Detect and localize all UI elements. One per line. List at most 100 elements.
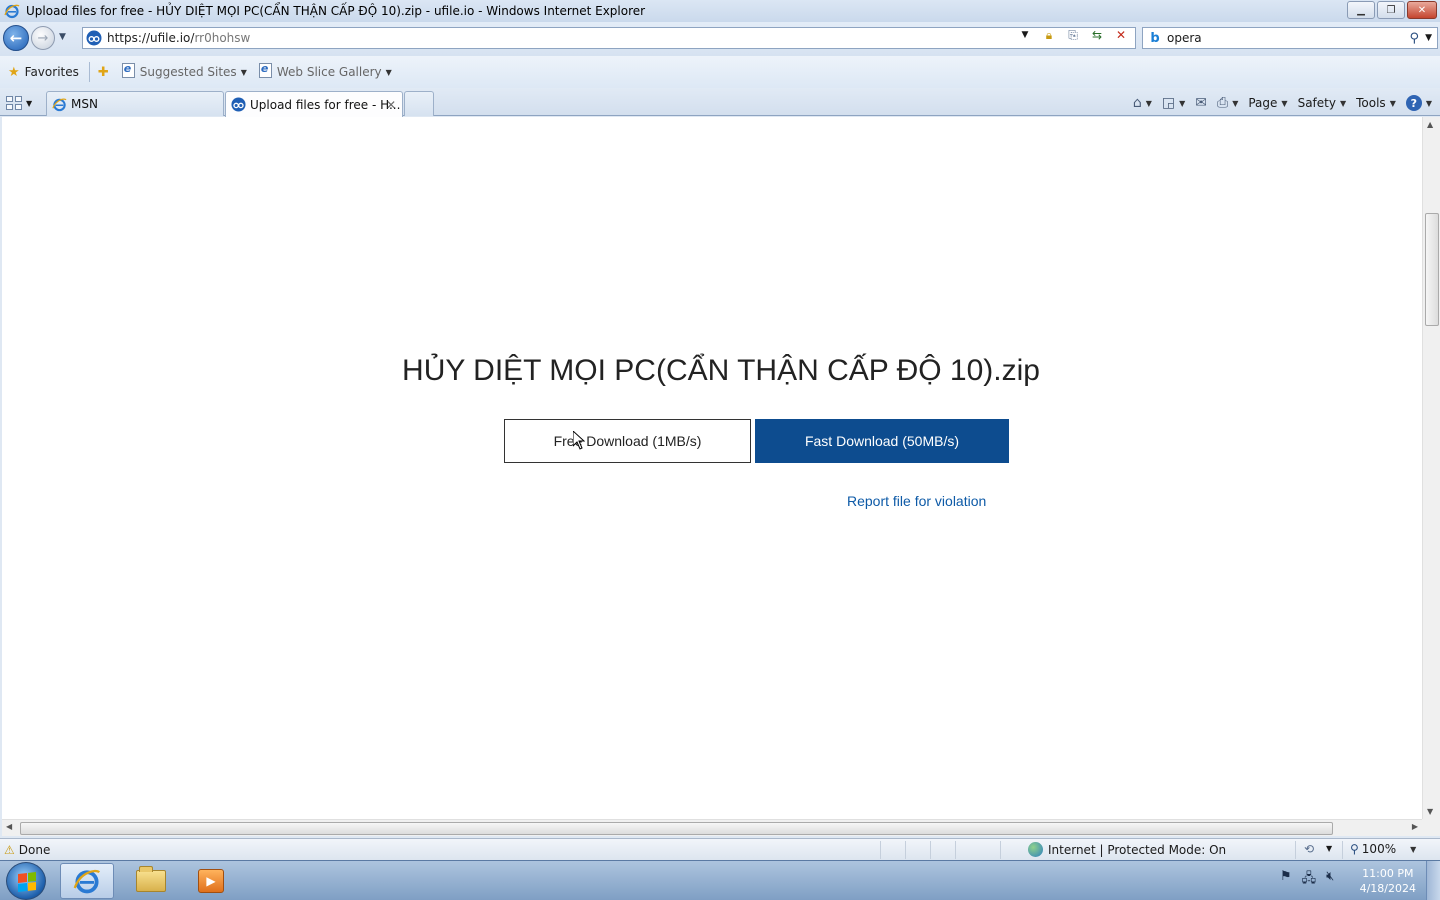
security-lock-icon[interactable]: 🔒︎	[1039, 25, 1059, 45]
security-zone[interactable]: Internet | Protected Mode: On	[1028, 842, 1226, 857]
scroll-up-arrow-icon[interactable]: ▲	[1427, 120, 1433, 129]
status-divider	[905, 841, 906, 859]
chevron-down-icon: ▼	[1425, 98, 1432, 108]
print-button[interactable]: ⎙ ▼	[1217, 95, 1238, 111]
action-center-flag-icon[interactable]: ⚑	[1280, 869, 1292, 891]
search-box[interactable]: b opera ⚲ ▼	[1142, 27, 1438, 49]
vertical-scrollbar[interactable]: ▲ ▼	[1422, 117, 1440, 819]
forward-arrow-icon: →	[37, 30, 49, 46]
report-violation-link[interactable]: Report file for violation	[847, 493, 986, 509]
search-icon[interactable]: ⚲	[1410, 31, 1420, 46]
feeds-button[interactable]: ◲ ▼	[1162, 95, 1185, 111]
horizontal-scroll-thumb[interactable]	[20, 822, 1333, 835]
address-dropdown-button[interactable]: ▼	[1015, 25, 1035, 45]
quick-tabs-button[interactable]: ▼	[6, 92, 42, 114]
folder-icon	[136, 866, 166, 892]
quick-tabs-icon	[6, 96, 22, 110]
taskbar-windows-explorer[interactable]	[124, 863, 178, 899]
chevron-down-icon: ▼	[1021, 30, 1029, 40]
stop-icon: ✕	[1115, 28, 1127, 42]
taskbar-media-player[interactable]: ▶	[184, 863, 238, 899]
forward-button[interactable]: →	[31, 26, 55, 50]
scroll-right-arrow-icon[interactable]: ▶	[1412, 822, 1418, 831]
help-menu[interactable]: ? ▼	[1405, 95, 1432, 111]
windows-taskbar: ▶ ⚑ 🖧︎ 🔇︎ 11:00 PM 4/18/2024	[0, 860, 1440, 900]
stop-button[interactable]: ✕	[1111, 25, 1131, 45]
chevron-down-icon: ▼	[1281, 98, 1288, 108]
command-bar: ⌂ ▼ ◲ ▼ ✉ ⎙ ▼ Page ▼ Safety ▼ Tools ▼ ? ▼	[1123, 92, 1432, 114]
tab-list-dropdown-icon[interactable]: ▼	[26, 99, 32, 108]
favorites-button[interactable]: ★ Favorites	[8, 65, 79, 80]
page-menu[interactable]: Page ▼	[1248, 96, 1287, 110]
minimize-button[interactable]: ▁	[1347, 1, 1375, 19]
page-menu-label: Page	[1248, 96, 1278, 110]
vertical-scroll-thumb[interactable]	[1425, 213, 1439, 326]
chevron-down-icon: ▼	[1410, 844, 1417, 854]
chevron-down-icon[interactable]: ▼	[1326, 844, 1332, 853]
ie-logo-icon	[4, 4, 20, 19]
ie-logo-icon	[73, 869, 101, 894]
home-button[interactable]: ⌂ ▼	[1133, 95, 1152, 111]
internet-globe-icon	[1028, 842, 1043, 857]
change-settings-icon[interactable]: ⟲	[1304, 842, 1314, 856]
compatibility-view-button[interactable]: ⎘	[1063, 25, 1083, 45]
status-divider	[880, 841, 881, 859]
page-content: HỦY DIỆT MỌI PC(CẨN THẬN CẤP ĐỘ 10).zip …	[2, 117, 1422, 819]
add-to-favorites-bar-button[interactable]: ✚	[98, 65, 114, 80]
restore-button[interactable]: ❐	[1377, 1, 1405, 19]
chevron-down-icon: ▼	[1232, 98, 1239, 108]
search-options-dropdown[interactable]: ▼	[1425, 33, 1432, 43]
add-favorite-icon: ✚	[97, 64, 109, 80]
tab-ufile[interactable]: Upload files for free - H... ✕	[225, 91, 403, 117]
read-mail-button[interactable]: ✉	[1195, 95, 1207, 111]
recent-pages-dropdown[interactable]: ▼	[59, 32, 66, 42]
safety-menu[interactable]: Safety ▼	[1298, 96, 1347, 110]
volume-muted-icon[interactable]: 🔇︎	[1326, 869, 1334, 891]
close-tab-icon[interactable]: ✕	[386, 98, 396, 112]
chevron-down-icon: ▼	[1145, 98, 1152, 108]
security-zone-label: Internet | Protected Mode: On	[1048, 842, 1227, 857]
chevron-down-icon: ▼	[1179, 98, 1186, 108]
printer-icon: ⎙	[1217, 95, 1229, 111]
search-input[interactable]: opera	[1165, 31, 1410, 45]
status-divider	[1295, 841, 1296, 859]
refresh-icon: ⇆	[1091, 28, 1103, 42]
network-icon[interactable]: 🖧︎	[1302, 869, 1317, 891]
status-divider	[930, 841, 931, 859]
suggested-sites-link[interactable]: Suggested Sites ▼	[121, 62, 247, 82]
close-window-button[interactable]: ✕	[1407, 1, 1437, 19]
taskbar-internet-explorer[interactable]	[60, 863, 114, 899]
web-slice-gallery-link[interactable]: Web Slice Gallery ▼	[258, 62, 392, 82]
horizontal-scrollbar[interactable]: ◀ ▶	[2, 819, 1422, 836]
new-tab-button[interactable]	[404, 91, 434, 116]
zoom-icon: ⚲	[1350, 842, 1359, 856]
ie-page-icon	[258, 62, 272, 78]
scroll-down-arrow-icon[interactable]: ▼	[1427, 807, 1433, 816]
ie-tab-icon	[52, 98, 67, 111]
web-slice-gallery-label: Web Slice Gallery	[276, 65, 382, 79]
back-button[interactable]: ←	[3, 25, 29, 51]
compatibility-view-icon: ⎘	[1068, 27, 1078, 42]
start-button[interactable]	[6, 862, 46, 900]
chevron-down-icon: ▼	[385, 67, 392, 77]
show-desktop-button[interactable]	[1426, 861, 1440, 900]
address-bar[interactable]: https://ufile.io/rr0hohsw	[82, 27, 1136, 49]
refresh-button[interactable]: ⇆	[1087, 25, 1107, 45]
scroll-left-arrow-icon[interactable]: ◀	[6, 822, 12, 831]
fast-download-button[interactable]: Fast Download (50MB/s)	[755, 419, 1009, 463]
tab-msn-label: MSN	[71, 97, 98, 111]
free-download-button[interactable]: Free Download (1MB/s)	[504, 419, 751, 463]
window-title-bar: Upload files for free - HỦY DIỆT MỌI PC(…	[0, 0, 1440, 22]
tab-msn[interactable]: MSN	[46, 91, 224, 116]
tools-menu[interactable]: Tools ▼	[1356, 96, 1396, 110]
zoom-level-button[interactable]: ⚲ 100% ▼	[1350, 842, 1416, 856]
url-path: rr0hohsw	[194, 31, 251, 45]
status-divider	[955, 841, 956, 859]
windows-logo-icon	[18, 872, 36, 892]
rss-feed-icon: ◲	[1161, 95, 1176, 111]
clock-time: 11:00 PM	[1362, 867, 1414, 880]
file-name-heading: HỦY DIỆT MỌI PC(CẨN THẬN CẤP ĐỘ 10).zip	[402, 354, 1040, 387]
address-url[interactable]: https://ufile.io/rr0hohsw	[107, 31, 1135, 45]
tab-ufile-label: Upload files for free - H...	[250, 97, 401, 112]
system-clock[interactable]: 11:00 PM 4/18/2024	[1360, 866, 1416, 896]
